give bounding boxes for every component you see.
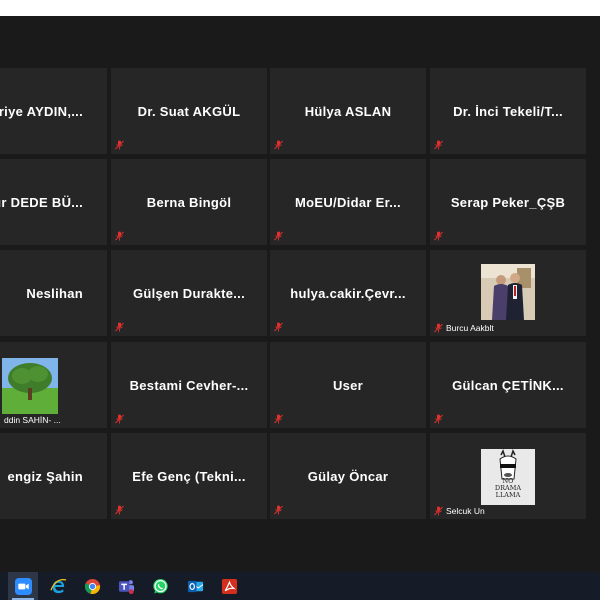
participant-caption: ddin SAHİN- ... [4,415,61,425]
no-drama-llama-logo: NO DRAMA LLAMA [481,449,535,505]
muted-mic-icon [434,140,443,150]
participant-name: ur DEDE BÜ... [0,194,83,210]
participant-name: MoEU/Didar Er... [295,194,401,210]
participant-name: User [332,377,364,393]
participant-tile[interactable]: Neslihan [0,250,107,336]
participant-tile[interactable]: hulya.cakir.Çevr... [270,250,426,336]
teams-icon[interactable] [111,572,141,600]
participant-tile[interactable]: Bestami Cevher-... [111,342,267,428]
participant-tile[interactable]: MoEU/Didar Er... [270,159,426,245]
whatsapp-icon[interactable] [145,572,175,600]
participant-name: engiz Şahin [7,468,83,484]
muted-mic-icon [434,231,443,241]
muted-mic-icon [434,414,443,424]
participant-name: Dr. İnci Tekeli/T... [453,103,563,119]
participant-tile[interactable]: User [270,342,426,428]
participant-name: Gülcan ÇETİNK... [452,377,564,393]
window-top-edge [0,0,600,16]
participant-tile[interactable]: Dr. İnci Tekeli/T... [430,68,586,154]
participant-tile[interactable]: NO DRAMA LLAMA Selcuk Un [430,433,586,519]
participant-tile[interactable]: ur DEDE BÜ... [0,159,107,245]
participant-name: Selcuk Un [446,506,485,516]
participant-name: Bestami Cevher-... [129,377,249,393]
muted-mic-icon [115,140,124,150]
chrome-icon[interactable] [77,572,107,600]
participant-caption: Burcu Aakblt [434,323,494,333]
muted-mic-icon [115,231,124,241]
internet-explorer-icon[interactable] [43,572,73,600]
participant-name: Gülşen Durakte... [132,285,246,301]
participant-tile[interactable]: Gülşen Durakte... [111,250,267,336]
participant-name: Berna Bingöl [146,194,232,210]
muted-mic-icon [274,505,283,515]
participant-tile[interactable]: Efe Genç (Tekni... [111,433,267,519]
participant-name: Dr. Suat AKGÜL [137,103,241,119]
outlook-icon[interactable] [180,572,210,600]
participant-tile[interactable]: riye AYDIN,... [0,68,107,154]
participant-name: riye AYDIN,... [0,103,83,119]
muted-mic-icon [434,506,443,516]
muted-mic-icon [274,414,283,424]
participant-tile[interactable]: Gülay Öncar [270,433,426,519]
participant-tile[interactable]: Dr. Suat AKGÜL [111,68,267,154]
muted-mic-icon [274,231,283,241]
muted-mic-icon [115,414,124,424]
participant-name: Serap Peker_ÇŞB [450,194,566,210]
participant-name: Hülya ASLAN [304,103,392,119]
participant-tile[interactable]: Gülcan ÇETİNK... [430,342,586,428]
participant-tile[interactable]: Serap Peker_ÇŞB [430,159,586,245]
participant-tile[interactable]: engiz Şahin [0,433,107,519]
participant-video-tree [2,358,58,414]
participant-tile[interactable]: Berna Bingöl [111,159,267,245]
acrobat-icon[interactable] [214,572,244,600]
participant-caption: Selcuk Un [434,506,485,516]
zoom-gallery-view: riye AYDIN,... Dr. Suat AKGÜL Hülya ASLA… [0,16,600,572]
participant-name: ddin SAHİN- ... [4,415,61,425]
participant-name: Gülay Öncar [307,468,389,484]
participant-tile[interactable]: Burcu Aakblt [430,250,586,336]
muted-mic-icon [115,505,124,515]
llama-logo-text: NO DRAMA LLAMA [494,477,522,499]
participant-tile[interactable]: Hülya ASLAN [270,68,426,154]
participant-name: Neslihan [26,285,83,301]
muted-mic-icon [434,323,443,333]
windows-taskbar [0,572,600,600]
participant-tile[interactable]: ddin SAHİN- ... [0,342,107,428]
participant-name: Burcu Aakblt [446,323,494,333]
participant-name: hulya.cakir.Çevr... [290,285,406,301]
muted-mic-icon [274,140,283,150]
muted-mic-icon [274,322,283,332]
zoom-icon[interactable] [8,572,38,600]
participant-name: Efe Genç (Tekni... [132,468,246,484]
participant-video-couple [481,264,535,320]
muted-mic-icon [115,322,124,332]
